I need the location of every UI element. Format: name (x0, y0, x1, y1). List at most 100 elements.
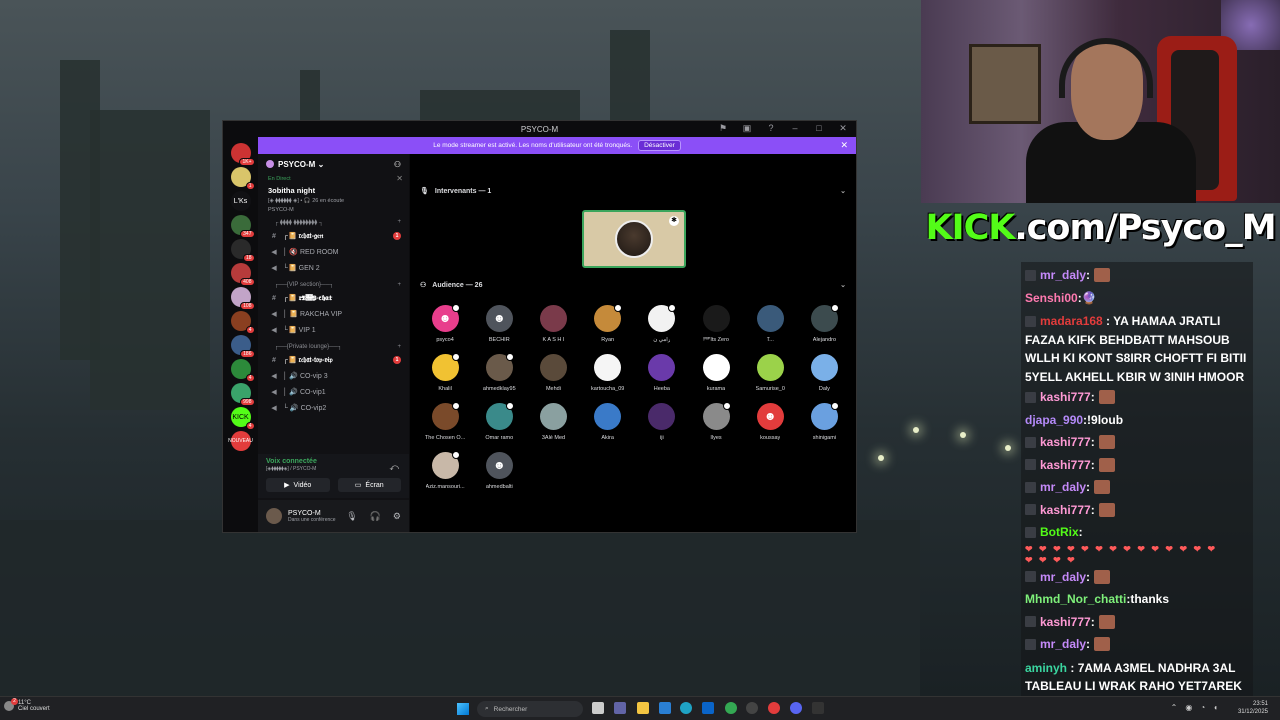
voice-channel[interactable]: ◀ │ 🔇 RED ROOM (258, 244, 409, 260)
chat-username[interactable]: Senshi00 (1025, 287, 1078, 310)
audience-member[interactable]: K A S H I (526, 305, 580, 348)
text-channel[interactable]: # ┌📔 𝔯𝔙𝔌𝔓-𝔠𝔥𝔞𝔱 (258, 290, 409, 306)
help-icon[interactable]: ? (764, 123, 778, 134)
settings-gear-icon[interactable]: ⚙ (393, 511, 401, 522)
screen-icon[interactable]: ▣ (740, 123, 754, 134)
audience-member[interactable]: shinigami (797, 402, 851, 446)
text-channel[interactable]: # ┌📔 𝔯𝔠𝔥𝔞𝔱-𝔤𝔢𝔫 1 (258, 228, 409, 244)
channel-category[interactable]: ┌──{Private lounge}──┐ + (258, 338, 409, 352)
explorer-icon[interactable] (637, 702, 649, 714)
audience-member[interactable]: Aziz.mansouri... (418, 451, 472, 495)
audience-member[interactable]: iji (635, 403, 689, 446)
server-icon[interactable]: KICK 4 (230, 407, 255, 430)
close-event-icon[interactable]: ✕ (396, 174, 403, 183)
inbox-icon[interactable]: ⚑ (716, 123, 730, 134)
close-banner-icon[interactable]: ✕ (840, 140, 848, 151)
add-channel-icon[interactable]: + (397, 344, 401, 350)
chat-username[interactable]: kashi777 (1040, 611, 1091, 634)
channel-category[interactable]: ┌ ⧫⧫⧫⧫ ⧫⧫⧫⧫⧫⧫⧫⧫ ┐ + (258, 213, 409, 228)
audience-member[interactable]: ☻ koussay (743, 403, 797, 446)
maximize-button[interactable]: □ (812, 123, 826, 134)
audience-member[interactable]: ☻ psyco4 (418, 304, 472, 348)
mic-icon[interactable]: 🎙 (346, 511, 357, 522)
speakers-header[interactable]: 🎙 Intervenants — 1 ⌄ (410, 185, 856, 197)
chat-username[interactable]: djapa_990 (1025, 409, 1083, 432)
clock[interactable]: 23:51 31/12/2025 (1238, 700, 1268, 716)
server-icon[interactable]: 108 (230, 287, 255, 310)
audience-member[interactable]: ☻ ahmedbalti (472, 452, 526, 495)
chat-username[interactable]: aminyh (1025, 661, 1067, 675)
chat-username[interactable]: kashi777 (1040, 499, 1091, 522)
disable-streamer-button[interactable]: Désactiver (638, 140, 681, 151)
weather-widget[interactable]: 2 11°C Ciel couvert (4, 698, 50, 712)
server-icon[interactable]: 998 (230, 383, 255, 406)
chevron-up-icon[interactable]: ⌃ (1171, 703, 1178, 712)
audience-member[interactable]: kartoucha_09 (581, 354, 635, 397)
audience-member[interactable]: The Chosen O... (418, 402, 472, 446)
chat-username[interactable]: kashi777 (1040, 386, 1091, 409)
mail-icon[interactable] (702, 702, 714, 714)
channel-category[interactable]: ┌──{VIP section}──┐ + (258, 276, 409, 290)
chat-username[interactable]: kashi777 (1040, 454, 1091, 477)
screen-share-button[interactable]: ▭ Écran (337, 478, 401, 492)
avatar[interactable] (266, 508, 282, 524)
server-icon[interactable]: 1 (230, 167, 255, 190)
server-icon[interactable]: L'Ks (230, 191, 251, 211)
add-channel-icon[interactable]: + (397, 219, 401, 226)
audience-member[interactable]: Mehdi (526, 354, 580, 397)
network-icon[interactable]: ◉ (1185, 703, 1192, 712)
audience-member[interactable]: kurama (689, 354, 743, 397)
chat-username[interactable]: BotRix (1040, 521, 1079, 544)
discord-icon[interactable] (790, 702, 802, 714)
chevron-down-icon[interactable]: ⌄ (840, 187, 846, 195)
minimize-button[interactable]: – (788, 123, 802, 134)
server-icon[interactable]: 4 (230, 311, 255, 334)
chat-username[interactable]: mr_daly (1040, 476, 1086, 499)
audience-member[interactable]: Heeba (635, 354, 689, 397)
headphones-icon[interactable]: 🎧 (370, 511, 381, 522)
audience-member[interactable]: Daly (797, 354, 851, 397)
video-button[interactable]: ▶ Vidéo (266, 478, 330, 492)
windows-start-icon[interactable] (457, 703, 469, 715)
voice-channel[interactable]: ◀ └📔 VIP 1 (258, 322, 409, 338)
volume-icon[interactable]: ◖ (1213, 703, 1218, 712)
chat-username[interactable]: mr_daly (1040, 264, 1086, 287)
audience-member[interactable]: Omar ramo (472, 402, 526, 446)
store-icon[interactable] (659, 702, 671, 714)
speaker-tile[interactable]: ✱ (582, 210, 686, 268)
wifi-icon[interactable]: ◔ (1200, 703, 1205, 712)
voice-channel[interactable]: ◀ └📔 GEN 2 (258, 260, 409, 276)
voice-channel[interactable]: ◀ └ 🔊 CO-vip2 (258, 400, 409, 416)
chat-username[interactable]: mr_daly (1040, 566, 1086, 589)
audience-member[interactable]: Khalil (418, 353, 472, 397)
capture-icon[interactable] (812, 702, 824, 714)
chrome-icon[interactable] (725, 702, 737, 714)
audience-member[interactable]: ☻ BECHIR (472, 305, 526, 348)
audience-member[interactable]: !ᴿᴵᴾIts Zero (689, 305, 743, 348)
audience-member[interactable]: 3Alé Med (526, 403, 580, 446)
audience-header[interactable]: ⚇ Audience — 26 ⌄ (410, 279, 856, 291)
audience-member[interactable]: رامي ن (635, 304, 689, 348)
obs-icon[interactable] (746, 702, 758, 714)
audience-member[interactable]: Alejandro (797, 304, 851, 348)
disconnect-icon[interactable]: ⤺ (389, 462, 399, 473)
server-icon[interactable]: 186 (230, 335, 255, 358)
taskview-icon[interactable] (592, 702, 604, 714)
server-icon[interactable]: 347 (230, 215, 255, 238)
audience-member[interactable]: Ryan (581, 304, 635, 348)
server-icon[interactable]: 18 (230, 239, 255, 262)
edge-icon[interactable] (680, 702, 692, 714)
chat-username[interactable]: mr_daly (1040, 633, 1086, 656)
audience-member[interactable]: Ilyes (689, 402, 743, 446)
close-button[interactable]: ✕ (836, 123, 850, 134)
server-icon[interactable]: NOUVEAU (228, 431, 253, 451)
server-icon[interactable]: 4 (230, 359, 255, 382)
server-icon[interactable]: 408 (230, 263, 255, 286)
add-member-icon[interactable]: ⚇ (394, 160, 401, 169)
chat-username[interactable]: kashi777 (1040, 431, 1091, 454)
add-channel-icon[interactable]: + (397, 282, 401, 288)
voice-channel[interactable]: ◀ │ 🔊 CO-vip1 (258, 384, 409, 400)
audience-member[interactable]: Akira (581, 403, 635, 446)
audience-member[interactable]: ahmedklay95 (472, 353, 526, 397)
text-channel[interactable]: # ┌📔 𝔯𝔠𝔥𝔞𝔱-𝔱𝔬𝔭-𝔳𝔦𝔭 1 (258, 352, 409, 368)
